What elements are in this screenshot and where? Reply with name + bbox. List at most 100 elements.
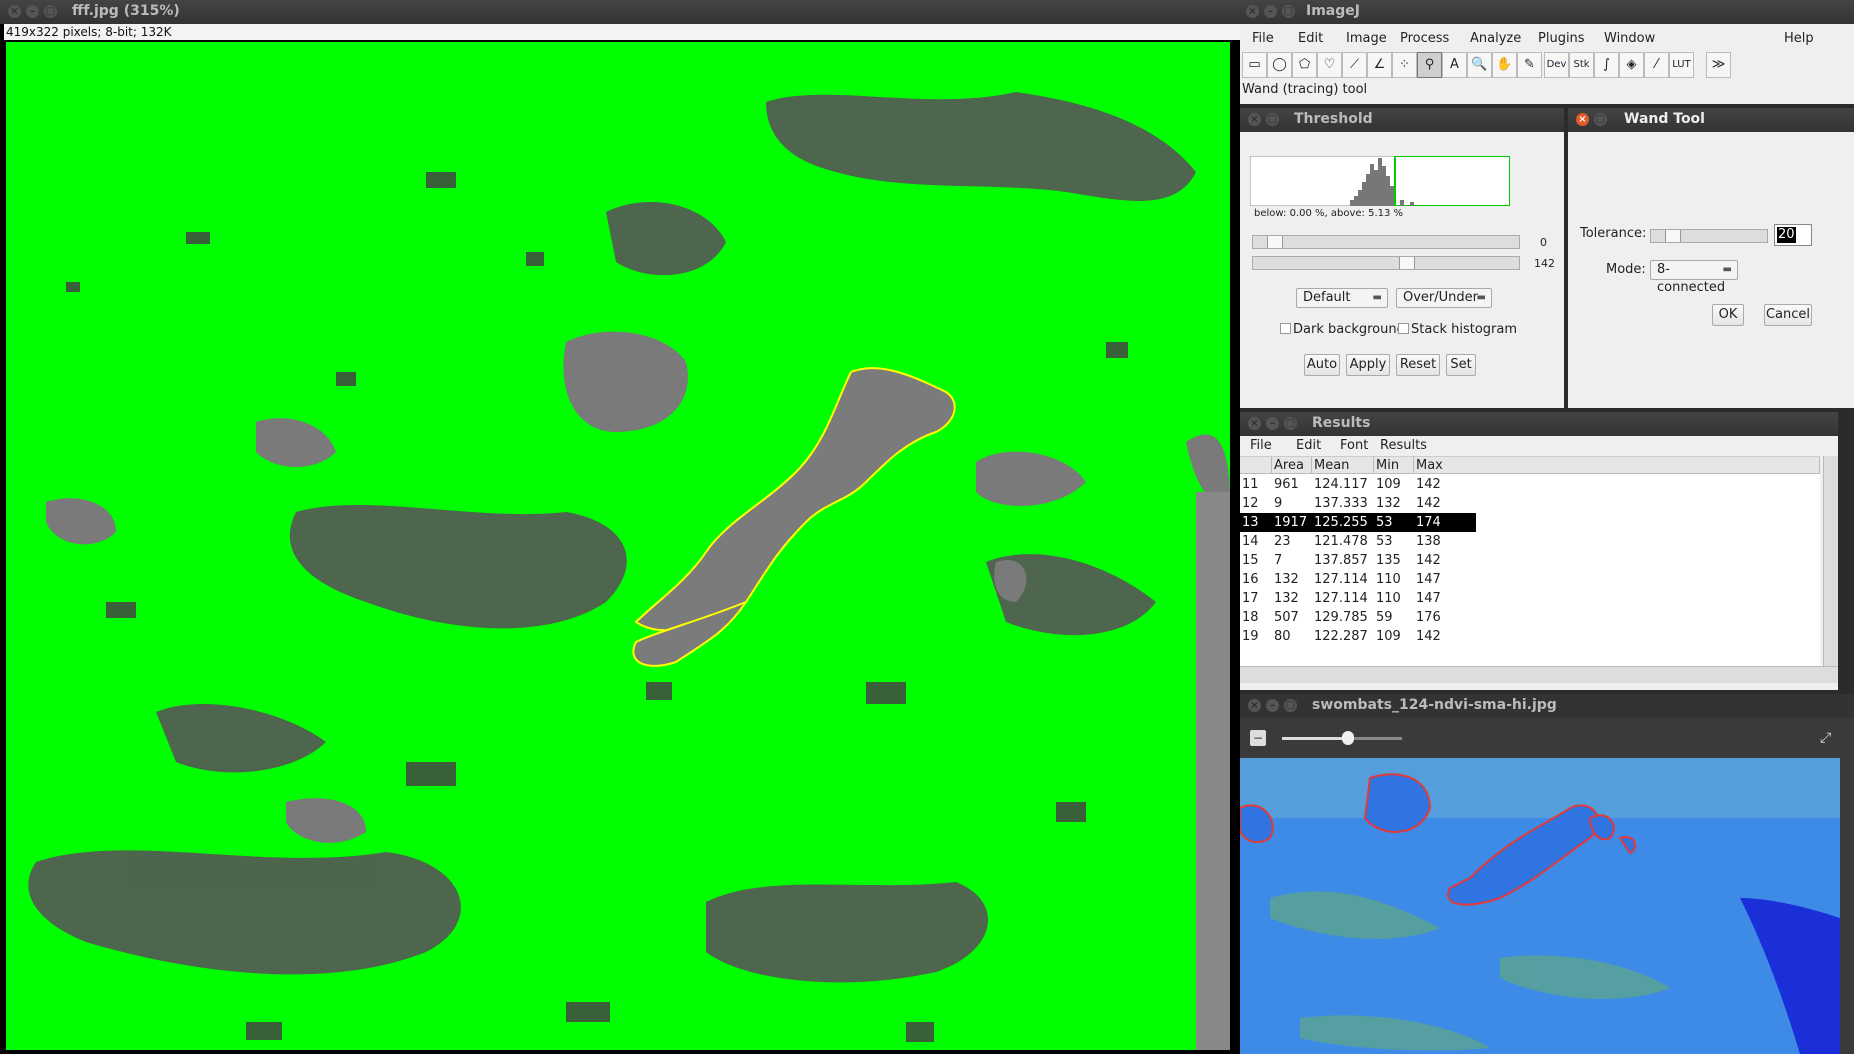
results-horizontal-scrollbar[interactable]	[1240, 666, 1838, 683]
imagej-titlebar[interactable]: × – □ ImageJ	[1240, 0, 1854, 24]
preview-titlebar[interactable]: × – □ swombats_124-ndvi-sma-hi.jpg	[1240, 694, 1854, 718]
menu-file[interactable]: File	[1252, 31, 1274, 46]
results-menu-font[interactable]: Font	[1340, 438, 1368, 453]
line-tool-icon[interactable]: ⟋	[1342, 52, 1367, 78]
minimize-icon[interactable]: –	[1264, 5, 1277, 18]
threshold-min-slider[interactable]	[1252, 235, 1520, 249]
maximize-icon[interactable]: □	[1282, 5, 1295, 18]
threshold-method-select[interactable]: Default ▬	[1296, 288, 1388, 308]
oval-tool-icon[interactable]: ◯	[1267, 52, 1292, 78]
table-row[interactable]: 18 507 129.785 59 176	[1240, 608, 1830, 627]
table-row[interactable]: 17 132 127.114 110 147	[1240, 589, 1830, 608]
results-titlebar[interactable]: × – □ Results	[1240, 412, 1838, 436]
zoom-slider-knob[interactable]	[1342, 731, 1354, 745]
menu-window[interactable]: Window	[1604, 31, 1655, 46]
close-icon[interactable]: ×	[1248, 113, 1261, 126]
maximize-icon[interactable]: □	[44, 5, 57, 18]
stack-histogram-checkbox[interactable]: Stack histogram	[1398, 322, 1517, 337]
set-button[interactable]: Set	[1446, 354, 1476, 376]
table-row[interactable]: 13 1917 125.255 53 174	[1240, 513, 1830, 532]
zoom-slider[interactable]	[1282, 731, 1402, 745]
close-icon[interactable]: ×	[1248, 417, 1261, 430]
point-tool-icon[interactable]: ⁘	[1392, 52, 1417, 78]
dev-tool-icon[interactable]: Dev	[1544, 52, 1569, 78]
menu-analyze[interactable]: Analyze	[1470, 31, 1521, 46]
dark-background-checkbox[interactable]: Dark background	[1280, 322, 1405, 337]
apply-button[interactable]: Apply	[1346, 354, 1390, 376]
freehand-tool-icon[interactable]: ♡	[1317, 52, 1342, 78]
table-row[interactable]: 14 23 121.478 53 138	[1240, 532, 1830, 551]
table-row[interactable]: 19 80 122.287 109 142	[1240, 627, 1830, 646]
results-vertical-scrollbar[interactable]	[1823, 456, 1838, 666]
zoom-out-icon[interactable]: −	[1250, 730, 1266, 746]
ndvi-preview-image[interactable]	[1240, 758, 1840, 1054]
minimize-icon[interactable]: –	[1266, 699, 1279, 712]
close-icon[interactable]: ×	[1248, 699, 1261, 712]
stk-tool-icon[interactable]: Stk	[1569, 52, 1594, 78]
fullscreen-icon[interactable]: ⤢	[1820, 730, 1831, 746]
menu-help[interactable]: Help	[1784, 31, 1814, 46]
maximize-icon[interactable]: □	[1284, 417, 1297, 430]
minimize-icon[interactable]: –	[1266, 417, 1279, 430]
brush-tool-icon[interactable]: ∫	[1594, 52, 1619, 78]
table-row[interactable]: 16 132 127.114 110 147	[1240, 570, 1830, 589]
polygon-tool-icon[interactable]: ⬠	[1292, 52, 1317, 78]
results-menu-file[interactable]: File	[1250, 438, 1272, 453]
magnifier-tool-icon[interactable]: 🔍	[1467, 52, 1492, 78]
menu-process[interactable]: Process	[1400, 31, 1449, 46]
results-menu-edit[interactable]: Edit	[1296, 438, 1321, 453]
ok-button[interactable]: OK	[1712, 304, 1744, 326]
minimize-icon[interactable]: –	[26, 5, 39, 18]
mean-cell: 129.785	[1314, 610, 1368, 625]
maximize-icon[interactable]: □	[1284, 699, 1297, 712]
hand-tool-icon[interactable]: ✋	[1492, 52, 1517, 78]
col-header-max[interactable]: Max	[1414, 457, 1820, 474]
text-tool-icon[interactable]: A	[1442, 52, 1467, 78]
wand-titlebar[interactable]: × □ Wand Tool	[1568, 108, 1854, 132]
results-menu-results[interactable]: Results	[1380, 438, 1427, 453]
threshold-max-slider[interactable]	[1252, 256, 1520, 270]
menu-image[interactable]: Image	[1346, 31, 1387, 46]
flood-fill-tool-icon[interactable]: ◈	[1619, 52, 1644, 78]
thresholded-image-canvas[interactable]	[6, 42, 1230, 1050]
rectangle-tool-icon[interactable]: ▭	[1242, 52, 1267, 78]
tolerance-input[interactable]: 20	[1774, 224, 1812, 246]
preview-toolbar: − ⤢	[1240, 718, 1854, 758]
menu-plugins[interactable]: Plugins	[1538, 31, 1585, 46]
threshold-display-select[interactable]: Over/Under ▬	[1396, 288, 1492, 308]
chevron-down-icon: ▬	[1722, 264, 1732, 275]
maximize-icon[interactable]: □	[1594, 113, 1607, 126]
table-row[interactable]: 12 9 137.333 132 142	[1240, 494, 1830, 513]
color-picker-tool-icon[interactable]: ✎	[1517, 52, 1542, 78]
mean-cell: 122.287	[1314, 629, 1368, 644]
col-header-area[interactable]: Area	[1272, 457, 1312, 474]
lut-tool-icon[interactable]: LUT	[1669, 52, 1694, 78]
wand-tool-icon[interactable]: ⚲	[1417, 52, 1442, 78]
threshold-titlebar[interactable]: × □ Threshold	[1240, 108, 1564, 132]
image-window-title: fff.jpg (315%)	[72, 3, 180, 19]
more-tools-icon[interactable]: ≫	[1706, 52, 1731, 78]
close-icon[interactable]: ×	[1576, 113, 1589, 126]
col-header-index[interactable]	[1240, 457, 1272, 474]
close-icon[interactable]: ×	[8, 5, 21, 18]
tolerance-slider[interactable]	[1650, 229, 1768, 243]
menu-edit[interactable]: Edit	[1298, 31, 1323, 46]
pencil-tool-icon[interactable]: ⁄	[1644, 52, 1669, 78]
close-icon[interactable]: ×	[1246, 5, 1259, 18]
results-table[interactable]: Area Mean Min Max 11 961 124.117 109 142 12 9 1…	[1240, 456, 1830, 667]
table-row[interactable]: 11 961 124.117 109 142	[1240, 475, 1830, 494]
min-cell: 53	[1376, 515, 1393, 530]
mean-cell: 127.114	[1314, 572, 1368, 587]
reset-button[interactable]: Reset	[1396, 354, 1440, 376]
chevron-down-icon: ▬	[1372, 292, 1382, 303]
col-header-mean[interactable]: Mean	[1312, 457, 1374, 474]
col-header-min[interactable]: Min	[1374, 457, 1414, 474]
angle-tool-icon[interactable]: ∠	[1367, 52, 1392, 78]
maximize-icon[interactable]: □	[1266, 113, 1279, 126]
auto-button[interactable]: Auto	[1304, 354, 1340, 376]
mode-select[interactable]: 8-connected ▬	[1650, 260, 1738, 295]
table-row[interactable]: 15 7 137.857 135 142	[1240, 551, 1830, 570]
cancel-button[interactable]: Cancel	[1764, 304, 1812, 326]
image-window-titlebar[interactable]: × – □ fff.jpg (315%)	[0, 0, 1240, 24]
area-cell: 80	[1274, 629, 1291, 644]
